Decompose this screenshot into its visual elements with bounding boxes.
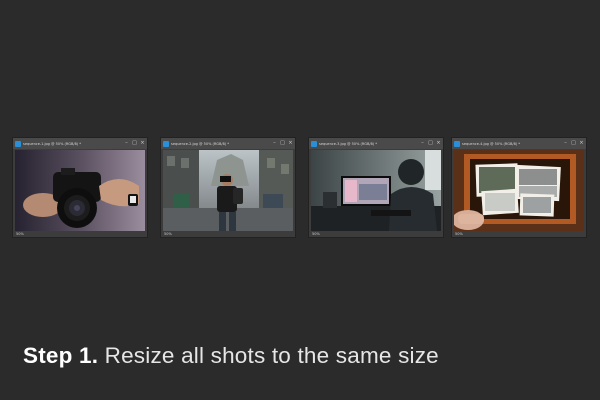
document-window-4[interactable]: sequence-4.jpg @ 50% (RGB/8) * – □ × 50% <box>451 137 587 238</box>
window-title: sequence-2.jpg @ 50% (RGB/8) * <box>171 141 230 146</box>
window-title: sequence-1.jpg @ 50% (RGB/8) * <box>23 141 82 146</box>
window-titlebar[interactable]: sequence-2.jpg @ 50% (RGB/8) * – □ × <box>161 138 295 149</box>
step-label: Step 1. <box>23 343 99 368</box>
minimize-icon[interactable]: – <box>272 141 277 146</box>
close-icon[interactable]: × <box>579 141 584 146</box>
restore-icon[interactable]: □ <box>280 141 285 146</box>
restore-icon[interactable]: □ <box>132 141 137 146</box>
window-titlebar[interactable]: sequence-1.jpg @ 50% (RGB/8) * – □ × <box>13 138 147 149</box>
window-title: sequence-3.jpg @ 50% (RGB/8) * <box>319 141 378 146</box>
document-window-3[interactable]: sequence-3.jpg @ 50% (RGB/8) * – □ × 50% <box>308 137 444 238</box>
document-window-1[interactable]: sequence-1.jpg @ 50% (RGB/8) * – □ × 50% <box>12 137 148 238</box>
restore-icon[interactable]: □ <box>571 141 576 146</box>
minimize-icon[interactable]: – <box>124 141 129 146</box>
close-icon[interactable]: × <box>140 141 145 146</box>
app-icon <box>15 140 21 147</box>
app-icon <box>454 140 460 147</box>
minimize-icon[interactable]: – <box>420 141 425 146</box>
zoom-level: 50% <box>455 231 463 236</box>
photographer-holding-camera-photo <box>15 150 145 231</box>
close-icon[interactable]: × <box>436 141 441 146</box>
restore-icon[interactable]: □ <box>428 141 433 146</box>
step-caption: Step 1. Resize all shots to the same siz… <box>23 343 439 369</box>
app-icon <box>311 140 317 147</box>
window-title: sequence-4.jpg @ 50% (RGB/8) * <box>462 141 521 146</box>
street-photographer-photo <box>163 150 293 231</box>
step-description: Resize all shots to the same size <box>104 343 439 368</box>
close-icon[interactable]: × <box>288 141 293 146</box>
window-titlebar[interactable]: sequence-3.jpg @ 50% (RGB/8) * – □ × <box>309 138 443 149</box>
app-icon <box>163 140 169 147</box>
document-window-2[interactable]: sequence-2.jpg @ 50% (RGB/8) * – □ × 50% <box>160 137 296 238</box>
zoom-level: 50% <box>16 231 24 236</box>
person-at-computer-photo <box>311 150 441 231</box>
minimize-icon[interactable]: – <box>563 141 568 146</box>
zoom-level: 50% <box>312 231 320 236</box>
zoom-level: 50% <box>164 231 172 236</box>
photos-in-frame-photo <box>454 150 584 231</box>
window-titlebar[interactable]: sequence-4.jpg @ 50% (RGB/8) * – □ × <box>452 138 586 149</box>
